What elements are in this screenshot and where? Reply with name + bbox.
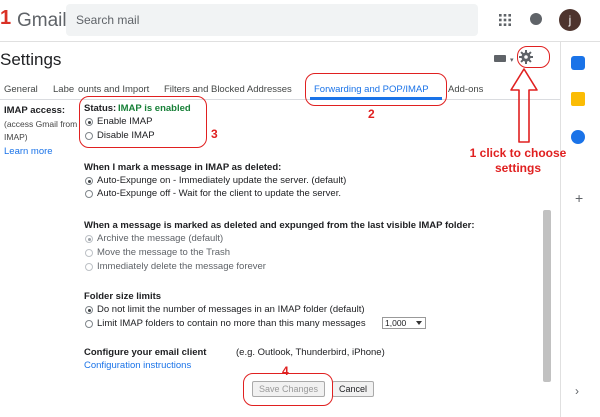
imap-access-desc: (access Gmail from (4, 119, 78, 129)
search-input[interactable]: Search mail (76, 13, 139, 27)
apps-grid-icon[interactable] (499, 14, 511, 26)
folder-limit-value: 1,000 (385, 318, 407, 328)
annotation-box-tab (305, 73, 447, 106)
page-title: Settings (0, 50, 62, 69)
email-client-examples: (e.g. Outlook, Thunderbird, iPhone) (236, 347, 385, 358)
no-limit-label[interactable]: Do not limit the number of messages in a… (97, 304, 365, 315)
keep-icon[interactable] (571, 92, 585, 106)
top-header: 1 Gmail Search mail j (0, 0, 600, 42)
folder-limit-select[interactable]: 1,000 (382, 317, 426, 329)
search-bar[interactable]: Search mail (66, 4, 478, 36)
archive-message-radio[interactable] (85, 235, 93, 243)
add-addon-icon[interactable]: + (575, 190, 583, 206)
avatar[interactable]: j (559, 9, 581, 31)
imap-access-heading: IMAP access: (4, 105, 66, 116)
annotation-box-settings (517, 46, 550, 68)
learn-more-link[interactable]: Learn more (4, 146, 53, 157)
expunged-heading: When a message is marked as deleted and … (84, 220, 475, 231)
deleted-heading: When I mark a message in IMAP as deleted… (84, 162, 282, 173)
auto-expunge-off-radio[interactable] (85, 190, 93, 198)
folder-size-heading: Folder size limits (84, 291, 162, 302)
annotation-click-line-2: settings (494, 161, 541, 175)
calendar-icon[interactable] (571, 56, 585, 70)
tab-labels[interactable]: Labe (53, 84, 74, 95)
imap-access-desc-2: IMAP) (4, 132, 28, 142)
annotation-step-2: 2 (368, 107, 375, 121)
configuration-instructions-link[interactable]: Configuration instructions (84, 360, 191, 371)
archive-message-label[interactable]: Archive the message (default) (97, 233, 223, 244)
annotation-arrow-up-icon (510, 68, 538, 143)
step-number-1: 1 (0, 7, 12, 29)
limit-folders-radio[interactable] (85, 320, 93, 328)
tab-accounts-and-import[interactable]: ounts and Import (78, 84, 149, 95)
delete-forever-radio[interactable] (85, 263, 93, 271)
no-limit-radio[interactable] (85, 306, 93, 314)
chevron-down-icon (416, 321, 422, 325)
right-side-panel: + › (560, 42, 600, 417)
annotation-click-line-1: 1 click to choose (469, 146, 567, 160)
move-to-trash-label[interactable]: Move the message to the Trash (97, 247, 230, 258)
tab-general[interactable]: General (4, 84, 38, 95)
tab-filters-and-blocked-addresses[interactable]: Filters and Blocked Addresses (164, 84, 292, 95)
cancel-button[interactable]: Cancel (332, 381, 374, 397)
auto-expunge-off-label[interactable]: Auto-Expunge off - Wait for the client t… (97, 188, 341, 199)
gmail-logo[interactable]: Gmail (17, 10, 67, 32)
annotation-box-status (79, 96, 207, 148)
auto-expunge-on-radio[interactable] (85, 177, 93, 185)
notifications-icon[interactable] (530, 13, 542, 25)
auto-expunge-on-label[interactable]: Auto-Expunge on - Immediately update the… (97, 175, 346, 186)
chevron-down-icon[interactable]: ▾ (510, 56, 514, 64)
scrollbar[interactable] (543, 210, 551, 382)
tasks-icon[interactable] (571, 130, 585, 144)
limit-folders-label[interactable]: Limit IMAP folders to contain no more th… (97, 318, 366, 329)
delete-forever-label[interactable]: Immediately delete the message forever (97, 261, 266, 272)
annotation-box-save (243, 373, 333, 406)
tab-add-ons[interactable]: Add-ons (448, 84, 483, 95)
move-to-trash-radio[interactable] (85, 249, 93, 257)
email-client-heading: Configure your email client (84, 347, 207, 358)
expand-panel-icon[interactable]: › (575, 384, 579, 398)
annotation-step-3: 3 (211, 127, 218, 141)
input-tools-icon[interactable] (494, 55, 506, 62)
